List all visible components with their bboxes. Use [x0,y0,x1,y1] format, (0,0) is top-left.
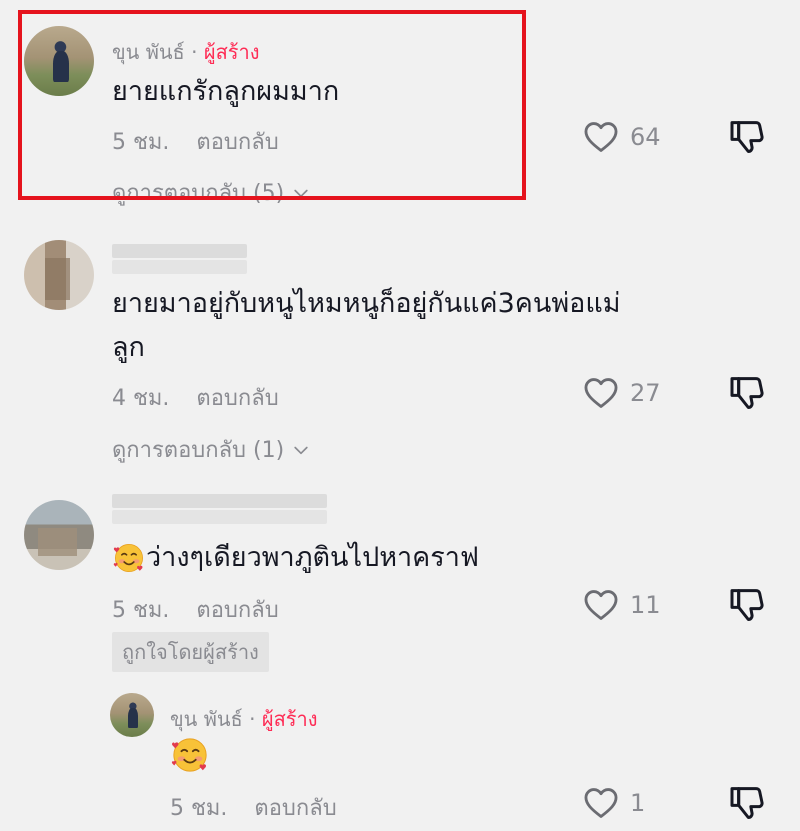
comment-text: ยายมาอยู่กับหนูไหมหนูก็อยู่กันแค่3คนพ่อแ… [112,288,621,319]
thumbs-down-icon[interactable] [727,782,767,822]
like-count: 64 [630,123,661,151]
comment-time: 4 ชม. [112,386,170,411]
heart-outline-icon[interactable] [582,118,620,156]
reply-avatar[interactable] [110,693,154,737]
reply-author[interactable]: ขุน พันธ์ · ผู้สร้าง [170,703,318,735]
avatar[interactable] [24,500,94,570]
comment-time: 5 ชม. [112,598,170,623]
reply-meta: 5 ชม. ตอบกลับ [170,790,337,825]
comment-meta: 4 ชม. ตอบกลับ [112,380,279,415]
creator-label: ผู้สร้าง [261,707,318,731]
chevron-down-icon [291,440,311,460]
thumbs-down-icon[interactable] [727,116,767,156]
like-button[interactable]: 11 [582,586,661,624]
smiling-face-with-hearts-icon [113,542,145,574]
author-name-blurred [112,260,247,274]
separator-dot: · [249,707,262,731]
thumbs-down-icon[interactable] [727,584,767,624]
avatar[interactable] [24,240,94,310]
reply-button[interactable]: ตอบกลับ [254,796,336,821]
author-name-blurred [112,510,327,524]
like-button[interactable]: 1 [582,784,645,822]
comment-text: ว่างๆเดียวพาภูตินไปหาคราฟ [146,542,480,573]
highlight-box [18,10,526,200]
heart-outline-icon[interactable] [582,374,620,412]
reply-button[interactable]: ตอบกลับ [196,386,278,411]
author-name-blurred[interactable] [112,494,327,508]
like-count: 27 [630,379,661,407]
like-count: 1 [630,789,646,817]
like-count: 11 [630,591,661,619]
heart-outline-icon[interactable] [582,586,620,624]
author-name-blurred[interactable] [112,244,247,258]
liked-by-creator-badge: ถูกใจโดยผู้สร้าง [112,632,269,672]
thumbs-down-icon[interactable] [727,372,767,412]
comment-text-continued: ลูก [112,332,145,363]
author-name[interactable]: ขุน พันธ์ [170,707,243,731]
reply-button[interactable]: ตอบกลับ [196,598,278,623]
like-button[interactable]: 27 [582,374,661,412]
view-replies-button[interactable]: ดูการตอบกลับ (1) [112,432,311,467]
comment-meta: 5 ชม. ตอบกลับ [112,592,279,627]
comment-time: 5 ชม. [170,796,228,821]
smiling-face-with-hearts-icon [171,736,209,774]
heart-outline-icon[interactable] [582,784,620,822]
view-replies-label[interactable]: ดูการตอบกลับ (1) [112,438,284,463]
like-button[interactable]: 64 [582,118,661,156]
